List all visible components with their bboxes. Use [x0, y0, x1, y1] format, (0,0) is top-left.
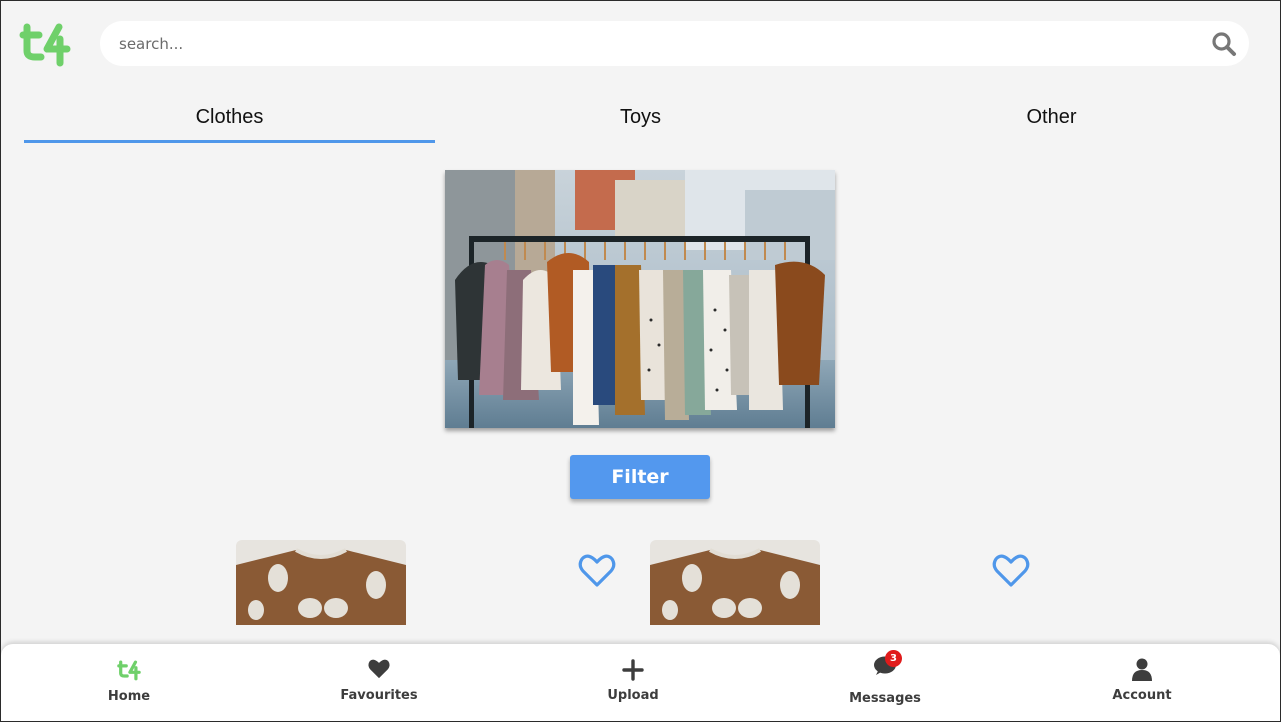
nav-label: Favourites — [340, 688, 418, 703]
product-image[interactable] — [236, 540, 406, 625]
t4-logo-icon — [117, 659, 141, 683]
nav-upload[interactable]: Upload — [563, 644, 703, 721]
tab-clothes[interactable]: Clothes — [24, 95, 435, 143]
nav-label: Home — [107, 689, 151, 704]
product-image[interactable] — [650, 540, 820, 625]
t4-logo-icon[interactable] — [19, 21, 71, 67]
tab-other[interactable]: Other — [846, 95, 1257, 143]
nav-messages[interactable]: 3 Messages — [815, 644, 955, 721]
heart-outline-icon[interactable] — [578, 553, 616, 589]
search-icon[interactable] — [1211, 31, 1237, 57]
category-tabs: Clothes Toys Other — [24, 95, 1257, 143]
user-icon — [1130, 657, 1154, 681]
plus-icon — [621, 658, 645, 682]
search-input[interactable] — [119, 21, 1189, 66]
filter-button[interactable]: Filter — [570, 455, 710, 499]
hero-image — [445, 170, 835, 428]
nav-label: Account — [1112, 688, 1172, 703]
bottom-nav: Home Favourites Upload 3 Messages Accoun… — [1, 644, 1280, 721]
message-count-badge: 3 — [885, 650, 902, 667]
nav-home[interactable]: Home — [59, 644, 199, 721]
tab-toys[interactable]: Toys — [435, 95, 846, 143]
heart-outline-icon[interactable] — [992, 553, 1030, 589]
heart-icon — [367, 658, 391, 682]
nav-label: Upload — [607, 688, 659, 703]
app-window: Clothes Toys Other — [0, 0, 1281, 722]
nav-favourites[interactable]: Favourites — [309, 644, 449, 721]
nav-label: Messages — [849, 691, 921, 706]
nav-account[interactable]: Account — [1072, 644, 1212, 721]
search-bar — [100, 21, 1249, 66]
